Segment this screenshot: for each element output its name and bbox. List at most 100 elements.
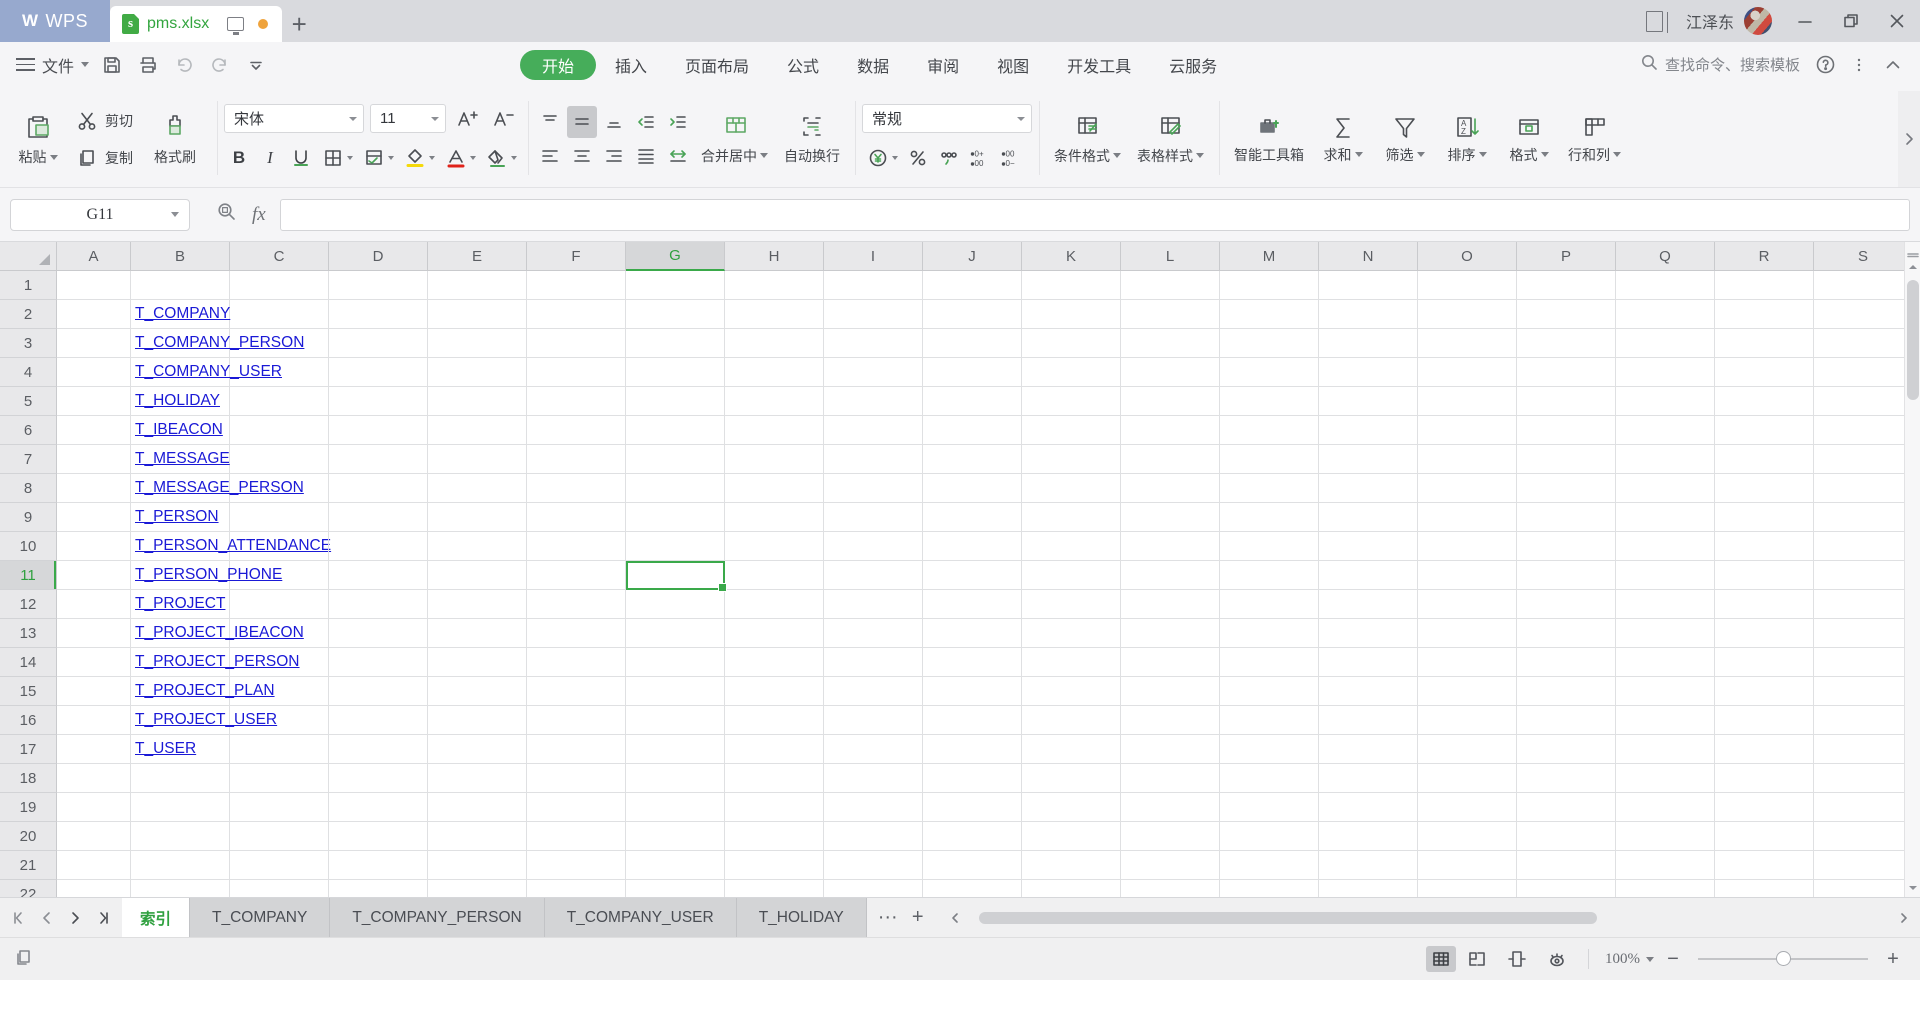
cell-A9[interactable] [57, 503, 131, 532]
reading-mode-icon[interactable] [1542, 946, 1572, 972]
cell-C1[interactable] [230, 271, 329, 300]
next-sheet-icon[interactable] [62, 899, 88, 937]
cell-H10[interactable] [725, 532, 824, 561]
row-header-9[interactable]: 9 [0, 503, 57, 532]
copy-status-icon[interactable] [14, 947, 34, 972]
cell-G4[interactable] [626, 358, 725, 387]
cell-A19[interactable] [57, 793, 131, 822]
cell-R3[interactable] [1715, 329, 1814, 358]
cell-C22[interactable] [230, 880, 329, 897]
cell-F14[interactable] [527, 648, 626, 677]
cell-Q8[interactable] [1616, 474, 1715, 503]
cell-K10[interactable] [1022, 532, 1121, 561]
cell-C9[interactable] [230, 503, 329, 532]
decrease-font-size-icon[interactable] [488, 103, 518, 135]
cell-G14[interactable] [626, 648, 725, 677]
cell-P17[interactable] [1517, 735, 1616, 764]
cell-M16[interactable] [1220, 706, 1319, 735]
cell-S20[interactable] [1814, 822, 1913, 851]
new-tab-button[interactable]: + [282, 6, 316, 42]
document-tab-pms[interactable]: pms.xlsx [110, 6, 283, 42]
cell-E2[interactable] [428, 300, 527, 329]
cell-K16[interactable] [1022, 706, 1121, 735]
cell-Q13[interactable] [1616, 619, 1715, 648]
cell-E7[interactable] [428, 445, 527, 474]
column-header-Q[interactable]: Q [1616, 242, 1715, 271]
cell-O14[interactable] [1418, 648, 1517, 677]
cell-K14[interactable] [1022, 648, 1121, 677]
cell-I19[interactable] [824, 793, 923, 822]
save-icon[interactable] [95, 48, 129, 82]
cell-H4[interactable] [725, 358, 824, 387]
cell-H3[interactable] [725, 329, 824, 358]
cell-J20[interactable] [923, 822, 1022, 851]
cell-G1[interactable] [626, 271, 725, 300]
cell-D2[interactable] [329, 300, 428, 329]
add-sheet-button[interactable]: + [903, 899, 933, 937]
cell-S16[interactable] [1814, 706, 1913, 735]
minimize-button[interactable] [1782, 0, 1828, 42]
cell-L14[interactable] [1121, 648, 1220, 677]
cell-N8[interactable] [1319, 474, 1418, 503]
cell-E6[interactable] [428, 416, 527, 445]
cell-Q1[interactable] [1616, 271, 1715, 300]
cell-B8[interactable]: T_MESSAGE_PERSON [131, 474, 304, 503]
cell-G15[interactable] [626, 677, 725, 706]
column-header-H[interactable]: H [725, 242, 824, 271]
sheet-tab-索引[interactable]: 索引 [122, 898, 191, 937]
column-header-R[interactable]: R [1715, 242, 1814, 271]
cell-O16[interactable] [1418, 706, 1517, 735]
cell-I2[interactable] [824, 300, 923, 329]
cell-C15[interactable] [230, 677, 329, 706]
cell-A1[interactable] [57, 271, 131, 300]
cell-B5[interactable]: T_HOLIDAY [131, 387, 230, 416]
horizontal-scrollbar[interactable] [939, 898, 1920, 937]
cell-P7[interactable] [1517, 445, 1616, 474]
cell-L19[interactable] [1121, 793, 1220, 822]
cell-O15[interactable] [1418, 677, 1517, 706]
cell-G2[interactable] [626, 300, 725, 329]
cell-D18[interactable] [329, 764, 428, 793]
cell-F1[interactable] [527, 271, 626, 300]
cell-L22[interactable] [1121, 880, 1220, 897]
row-header-14[interactable]: 14 [0, 648, 57, 677]
cell-H20[interactable] [725, 822, 824, 851]
cell-B13[interactable]: T_PROJECT_IBEACON [131, 619, 304, 648]
cell-A8[interactable] [57, 474, 131, 503]
cell-D9[interactable] [329, 503, 428, 532]
filter-button[interactable]: 筛选 [1374, 91, 1436, 187]
cell-F22[interactable] [527, 880, 626, 897]
cell-L15[interactable] [1121, 677, 1220, 706]
cell-J1[interactable] [923, 271, 1022, 300]
comma-style-icon[interactable] [934, 142, 964, 174]
cell-E3[interactable] [428, 329, 527, 358]
cell-M22[interactable] [1220, 880, 1319, 897]
cell-E21[interactable] [428, 851, 527, 880]
cell-R19[interactable] [1715, 793, 1814, 822]
cell-K1[interactable] [1022, 271, 1121, 300]
cell-O5[interactable] [1418, 387, 1517, 416]
column-header-F[interactable]: F [527, 242, 626, 271]
ribbon-expand-icon[interactable] [1898, 91, 1920, 187]
align-top-icon[interactable] [535, 106, 565, 138]
column-header-L[interactable]: L [1121, 242, 1220, 271]
cell-K13[interactable] [1022, 619, 1121, 648]
cell-C12[interactable] [230, 590, 329, 619]
cell-B1[interactable] [131, 271, 230, 300]
currency-icon[interactable] [862, 142, 902, 174]
cell-M10[interactable] [1220, 532, 1319, 561]
column-header-S[interactable]: S [1814, 242, 1913, 271]
cell-L6[interactable] [1121, 416, 1220, 445]
cell-J21[interactable] [923, 851, 1022, 880]
cell-H16[interactable] [725, 706, 824, 735]
cell-O10[interactable] [1418, 532, 1517, 561]
cell-Q4[interactable] [1616, 358, 1715, 387]
cell-E10[interactable] [428, 532, 527, 561]
ribbon-tab-cloud[interactable]: 云服务 [1150, 50, 1236, 80]
cell-K6[interactable] [1022, 416, 1121, 445]
prev-sheet-icon[interactable] [34, 899, 60, 937]
cell-S19[interactable] [1814, 793, 1913, 822]
more-vertical-icon[interactable] [1844, 50, 1874, 80]
cell-D13[interactable] [329, 619, 428, 648]
column-header-C[interactable]: C [230, 242, 329, 271]
